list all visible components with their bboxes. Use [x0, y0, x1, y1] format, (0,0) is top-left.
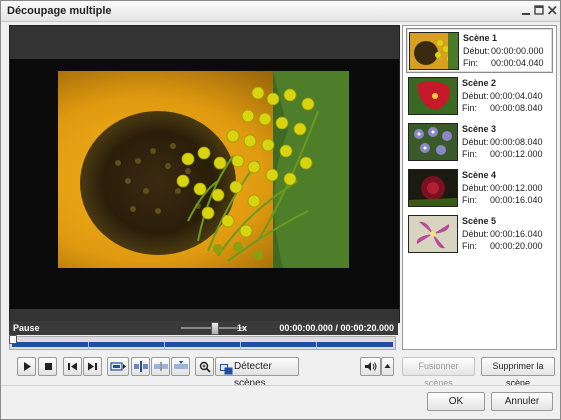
total-time: 00:00:20.000	[340, 323, 394, 333]
scene-end-label: Fin:	[462, 103, 478, 113]
detect-scenes-icon	[220, 361, 233, 375]
scene-thumbnail	[408, 169, 458, 207]
scene-start-label: Début:	[462, 137, 489, 147]
scene-start: 00:00:16.040	[490, 229, 543, 239]
speed-slider-handle[interactable]	[211, 322, 219, 335]
timeline-playhead[interactable]	[9, 335, 17, 344]
scene-end: 00:00:08.040	[490, 103, 543, 113]
detect-scenes-button[interactable]: Détecter scènes	[215, 357, 299, 389]
scene-name: Scène 1	[463, 33, 498, 43]
ok-button[interactable]: OK	[427, 392, 485, 411]
merge-button[interactable]	[151, 357, 170, 376]
time-readout: 00:00:00.000 / 00:00:20.000	[279, 323, 394, 333]
scene-start-label: Début:	[462, 183, 489, 193]
timeline[interactable]	[9, 335, 396, 350]
cancel-button[interactable]: Annuler	[491, 392, 553, 411]
scene-end-label: Fin:	[463, 58, 479, 68]
speed-value: 1x	[237, 323, 248, 333]
prev-frame-icon	[68, 362, 77, 371]
scene-item-3[interactable]: Scène 3 Début: 00:00:08.040 Fin: 00:00:1…	[406, 120, 551, 163]
next-frame-icon	[88, 362, 97, 371]
scene-start: 00:00:12.000	[490, 183, 543, 193]
scene-start-label: Début:	[462, 91, 489, 101]
split-button[interactable]	[131, 357, 150, 376]
scene-start-label: Début:	[463, 46, 490, 56]
scene-name: Scène 5	[462, 216, 497, 226]
scene-item-4[interactable]: Scène 4 Début: 00:00:12.000 Fin: 00:00:1…	[406, 166, 551, 209]
scene-thumbnail	[408, 123, 458, 161]
scene-end-label: Fin:	[462, 195, 478, 205]
zoom-icon	[199, 361, 211, 373]
volume-dropdown-button[interactable]	[381, 357, 394, 376]
split-icon	[133, 361, 148, 372]
stop-icon	[44, 363, 52, 370]
maximize-icon[interactable]	[534, 5, 545, 16]
scene-start: 00:00:04.040	[490, 91, 543, 101]
scene-end-label: Fin:	[462, 241, 478, 251]
scene-name: Scène 2	[462, 78, 497, 88]
play-icon	[23, 362, 31, 371]
scene-start: 00:00:00.000	[491, 46, 544, 56]
video-viewport	[10, 59, 399, 309]
delete-marker-button[interactable]	[171, 357, 190, 376]
zoom-button[interactable]	[195, 357, 214, 376]
scene-start: 00:00:08.040	[490, 137, 543, 147]
prev-frame-button[interactable]	[63, 357, 82, 376]
scene-end-label: Fin:	[462, 149, 478, 159]
merge-scenes-button[interactable]: Fusionner scènes	[402, 357, 475, 388]
scene-thumbnail	[408, 77, 458, 115]
volume-arrow-icon	[384, 364, 391, 368]
time-separator: /	[335, 323, 338, 333]
scene-end: 00:00:16.040	[490, 195, 543, 205]
scene-marker[interactable]	[164, 342, 165, 349]
scene-item-5[interactable]: Scène 5 Début: 00:00:16.040 Fin: 00:00:2…	[406, 212, 551, 255]
merge-icon	[153, 362, 168, 371]
window-title: Découpage multiple	[7, 5, 112, 17]
current-time: 00:00:00.000	[279, 323, 333, 333]
scene-name: Scène 4	[462, 170, 497, 180]
scene-end: 00:00:12.000	[490, 149, 543, 159]
title-bar[interactable]: Découpage multiple	[1, 1, 560, 22]
scene-item-1[interactable]: Scène 1 Début: 00:00:00.000 Fin: 00:00:0…	[406, 28, 553, 73]
next-frame-button[interactable]	[83, 357, 102, 376]
delete-scene-button[interactable]: Supprimer la scène	[481, 357, 555, 388]
scene-name: Scène 3	[462, 124, 497, 134]
scene-end: 00:00:20.000	[490, 241, 543, 251]
scene-marker[interactable]	[88, 342, 89, 349]
frame-step-icon	[110, 362, 126, 371]
frame-step-button[interactable]	[107, 357, 129, 376]
stop-button[interactable]	[38, 357, 57, 376]
scene-end: 00:00:04.040	[491, 58, 544, 68]
volume-button[interactable]	[360, 357, 381, 376]
delete-marker-icon	[173, 361, 188, 369]
scene-thumbnail	[409, 32, 459, 70]
scene-marker[interactable]	[240, 342, 241, 349]
playback-status: Pause	[13, 323, 40, 333]
video-preview[interactable]	[9, 25, 400, 323]
footer-divider	[1, 385, 560, 386]
minimize-icon[interactable]	[521, 5, 532, 16]
player-status-bar: Pause 1x 00:00:00.000 / 00:00:20.000	[9, 321, 398, 335]
close-icon[interactable]	[547, 5, 558, 16]
video-frame	[58, 71, 349, 268]
timeline-track[interactable]	[12, 342, 393, 349]
volume-icon	[364, 362, 376, 371]
scene-item-2[interactable]: Scène 2 Début: 00:00:04.040 Fin: 00:00:0…	[406, 74, 551, 117]
play-button[interactable]	[17, 357, 36, 376]
dialog-window: Découpage multiple Pause 1x 00:00:00.000…	[0, 0, 561, 420]
scene-start-label: Début:	[462, 229, 489, 239]
scene-thumbnail	[408, 215, 458, 253]
scene-marker[interactable]	[316, 342, 317, 349]
scene-list[interactable]: Scène 1 Début: 00:00:00.000 Fin: 00:00:0…	[402, 25, 557, 350]
